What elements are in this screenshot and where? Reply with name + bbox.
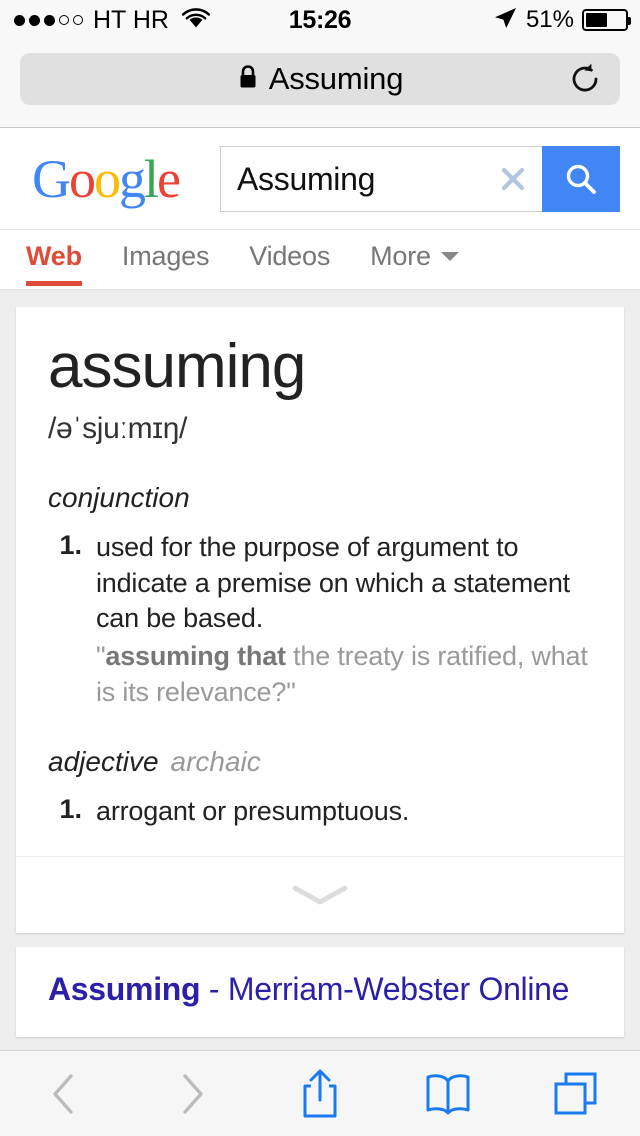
result-title-bold: Assuming	[48, 970, 201, 1007]
tabs-button[interactable]	[512, 1051, 640, 1136]
sense-body: used for the purpose of argument to indi…	[96, 530, 592, 710]
clear-x-icon[interactable]	[498, 164, 528, 194]
sense-example: "assuming that the treaty is ratified, w…	[96, 639, 592, 710]
part-of-speech-label: adjective	[48, 746, 159, 778]
search-bar	[220, 146, 620, 212]
part-of-speech-label: conjunction	[48, 482, 190, 514]
example-highlight: assuming that	[105, 641, 286, 672]
browser-address-bar: Assuming	[0, 40, 640, 128]
result-title-rest: - Merriam-Webster Online	[200, 970, 570, 1007]
bookmarks-button[interactable]	[384, 1051, 512, 1136]
search-result-item[interactable]: Assuming - Merriam-Webster Online	[16, 946, 624, 1037]
tab-images-label: Images	[121, 241, 210, 271]
tabs-icon	[554, 1072, 597, 1114]
dictionary-body: assuming /əˈsjuːmɪŋ/ conjunction 1. used…	[16, 307, 624, 856]
dictionary-card: assuming /əˈsjuːmɪŋ/ conjunction 1. used…	[16, 307, 624, 933]
tab-web-label: Web	[26, 241, 82, 271]
sense-list-adjective: 1. arrogant or presumptuous.	[48, 794, 592, 830]
phone-screen: HT HR 15:26 51% Assuming Google Assuming…	[0, 0, 640, 1136]
forward-button[interactable]	[128, 1051, 256, 1136]
register-label: archaic	[170, 746, 261, 778]
forward-chevron-icon	[183, 1073, 203, 1114]
book-icon	[426, 1073, 470, 1114]
headword: assuming	[48, 332, 306, 401]
search-submit-button[interactable]	[542, 146, 620, 212]
tab-videos[interactable]: Videos	[249, 230, 330, 286]
search-input[interactable]	[221, 160, 542, 198]
back-button[interactable]	[0, 1051, 128, 1136]
sense-number: 1.	[59, 530, 82, 561]
url-text: Assuming	[268, 61, 404, 96]
battery-percent-label: 51%	[525, 6, 574, 33]
chevron-down-icon	[292, 885, 348, 905]
tab-images[interactable]: Images	[121, 230, 210, 286]
location-arrow-icon	[492, 5, 518, 36]
sense-number: 1.	[59, 794, 82, 825]
reload-icon[interactable]	[568, 62, 602, 96]
google-logo[interactable]: Google	[32, 152, 181, 206]
page-content: assuming /əˈsjuːmɪŋ/ conjunction 1. used…	[0, 291, 640, 1050]
chevron-down-icon	[440, 252, 459, 261]
status-bar-right: 51%	[492, 5, 631, 36]
expand-dictionary-button[interactable]	[16, 855, 624, 933]
browser-toolbar	[0, 1050, 640, 1136]
part-of-speech-conjunction: conjunction	[48, 482, 592, 514]
sense-item: 1. used for the purpose of argument to i…	[48, 530, 592, 710]
google-header: Google	[0, 128, 640, 230]
part-of-speech-adjective: adjective archaic	[48, 746, 592, 778]
tab-videos-label: Videos	[249, 241, 331, 271]
sense-item: 1. arrogant or presumptuous.	[48, 794, 592, 830]
result-title-link[interactable]: Assuming - Merriam-Webster Online	[48, 969, 592, 1011]
tab-more-label: More	[370, 241, 431, 271]
share-button[interactable]	[256, 1051, 384, 1136]
search-input-container[interactable]	[220, 146, 542, 212]
sense-body: arrogant or presumptuous.	[96, 794, 592, 830]
search-icon	[566, 164, 596, 194]
sense-definition: arrogant or presumptuous.	[96, 796, 410, 827]
example-quote-open: "	[96, 641, 106, 672]
tab-more[interactable]: More	[370, 230, 459, 286]
tab-web[interactable]: Web	[26, 230, 82, 286]
lock-icon	[237, 64, 259, 95]
search-result-tabs: Web Images Videos More	[0, 230, 640, 290]
sense-list-conjunction: 1. used for the purpose of argument to i…	[48, 530, 592, 710]
share-icon	[303, 1069, 337, 1117]
url-field[interactable]: Assuming	[20, 53, 620, 105]
battery-icon	[582, 9, 631, 31]
status-bar: HT HR 15:26 51%	[0, 0, 640, 40]
back-chevron-icon	[53, 1073, 73, 1114]
phonetic-transcription: /əˈsjuːmɪŋ/	[48, 412, 188, 446]
sense-definition: used for the purpose of argument to indi…	[96, 532, 570, 634]
